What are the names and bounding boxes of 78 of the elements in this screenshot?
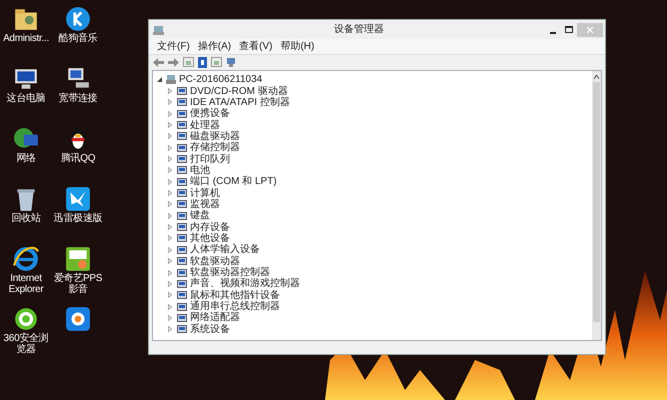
music-app-icon[interactable] — [65, 6, 91, 32]
expand-arrow-icon[interactable] — [168, 144, 172, 151]
expand-arrow-icon[interactable] — [168, 292, 172, 298]
tree-item[interactable]: 人体学输入设备 — [190, 244, 260, 256]
computer-icon — [166, 75, 176, 84]
expand-arrow-icon[interactable] — [168, 224, 172, 230]
expand-arrow-icon[interactable] — [168, 304, 172, 310]
desktop-icon-label[interactable]: 回收站 — [11, 213, 41, 224]
tree-item[interactable]: 软盘驱动器控制器 — [190, 267, 270, 278]
expand-arrow-icon[interactable] — [168, 178, 172, 185]
expand-arrow-icon[interactable] — [168, 235, 172, 242]
tree-item[interactable]: 电池 — [190, 164, 210, 176]
tree-item[interactable]: DVD/CD-ROM 驱动器 — [190, 86, 288, 97]
tree-item[interactable]: 通用串行总线控制器 — [190, 301, 280, 312]
browser-icon[interactable] — [13, 306, 39, 332]
tree-item[interactable]: 处理器 — [190, 120, 220, 131]
tree-item[interactable]: IDE ATA/ATAPI 控制器 — [190, 96, 290, 108]
menu-item[interactable]: 操作(A) — [198, 40, 232, 52]
expand-arrow-icon[interactable] — [168, 201, 172, 208]
monitor-scan-icon[interactable] — [226, 56, 237, 68]
desktop-icon-label[interactable]: 360安全浏览器 — [0, 333, 52, 355]
help-icon[interactable] — [198, 56, 207, 68]
expand-arrow-icon[interactable] — [168, 258, 172, 264]
bird-app-icon[interactable] — [65, 186, 91, 212]
tree-item[interactable]: 软盘驱动器 — [190, 256, 240, 267]
panel-icon[interactable] — [211, 57, 222, 67]
tree-item[interactable]: PC-201606211034 — [179, 74, 262, 86]
player-app-icon[interactable] — [65, 306, 91, 332]
collapse-arrow-icon[interactable] — [157, 77, 162, 82]
tree-item[interactable]: 打印队列 — [190, 154, 230, 165]
tree-item[interactable]: 鼠标和其他指针设备 — [190, 290, 280, 301]
menu-item[interactable]: 查看(V) — [239, 40, 272, 52]
expand-arrow-icon[interactable] — [168, 156, 172, 162]
desktop-icon-label[interactable]: 爱奇艺PPS 影音 — [52, 273, 104, 295]
tree-item[interactable]: 磁盘驱动器 — [190, 130, 240, 142]
desktop-icon-label[interactable]: 迅雷极速版 — [54, 213, 102, 224]
tree-item[interactable]: 便携设备 — [190, 108, 230, 120]
expand-arrow-icon[interactable] — [168, 246, 172, 253]
desktop-icon-label[interactable]: Internet Explorer — [0, 273, 52, 295]
panel-icon[interactable] — [183, 57, 194, 67]
expand-arrow-icon[interactable] — [168, 122, 172, 128]
browser-icon[interactable] — [13, 246, 39, 272]
expand-arrow-icon[interactable] — [168, 167, 172, 174]
expand-arrow-icon[interactable] — [168, 88, 172, 94]
tree-item[interactable]: 其他设备 — [190, 232, 230, 244]
expand-arrow-icon[interactable] — [168, 99, 172, 106]
scrollbar[interactable] — [592, 71, 601, 340]
desktop-icon-label[interactable]: 腾讯QQ — [60, 153, 96, 164]
menu-item[interactable]: 帮助(H) — [280, 40, 314, 52]
expand-arrow-icon[interactable] — [168, 133, 172, 140]
expand-arrow-icon[interactable] — [168, 212, 172, 219]
expand-arrow-icon[interactable] — [168, 190, 172, 196]
tree-item[interactable]: 存储控制器 — [190, 142, 240, 154]
expand-arrow-icon[interactable] — [168, 326, 172, 332]
expand-arrow-icon[interactable] — [168, 110, 172, 117]
tree-item[interactable]: 计算机 — [190, 188, 220, 199]
close-icon — [587, 26, 593, 32]
desktop-icon-label[interactable]: Administr... — [3, 33, 49, 44]
menu-item[interactable]: 文件(F) — [157, 40, 190, 52]
tree-item[interactable]: 声音、视频和游戏控制器 — [190, 278, 300, 290]
computer-icon — [153, 24, 164, 34]
tree-item[interactable]: 端口 (COM 和 LPT) — [190, 176, 277, 188]
tree-item[interactable]: 网络适配器 — [190, 312, 240, 324]
desktop-icon-label[interactable]: 宽带连接 — [58, 93, 98, 104]
tree-item[interactable]: 键盘 — [190, 210, 210, 222]
desktop-icon-label[interactable]: 网络 — [16, 153, 36, 164]
desktop-icon-label[interactable]: 酷狗音乐 — [58, 33, 98, 44]
video-app-icon[interactable] — [65, 246, 91, 272]
forward-arrow-icon[interactable] — [168, 58, 179, 66]
tree-item[interactable]: 内存设备 — [190, 222, 230, 233]
tree-item[interactable]: 监视器 — [190, 198, 220, 210]
back-arrow-icon[interactable] — [153, 58, 164, 66]
window-title: 设备管理器 — [334, 23, 384, 37]
expand-arrow-icon[interactable] — [168, 280, 172, 287]
desktop-icon-label[interactable]: 这台电脑 — [6, 93, 46, 104]
expand-arrow-icon[interactable] — [168, 270, 172, 276]
tree-item[interactable]: 系统设备 — [190, 324, 230, 335]
expand-arrow-icon[interactable] — [168, 314, 172, 321]
